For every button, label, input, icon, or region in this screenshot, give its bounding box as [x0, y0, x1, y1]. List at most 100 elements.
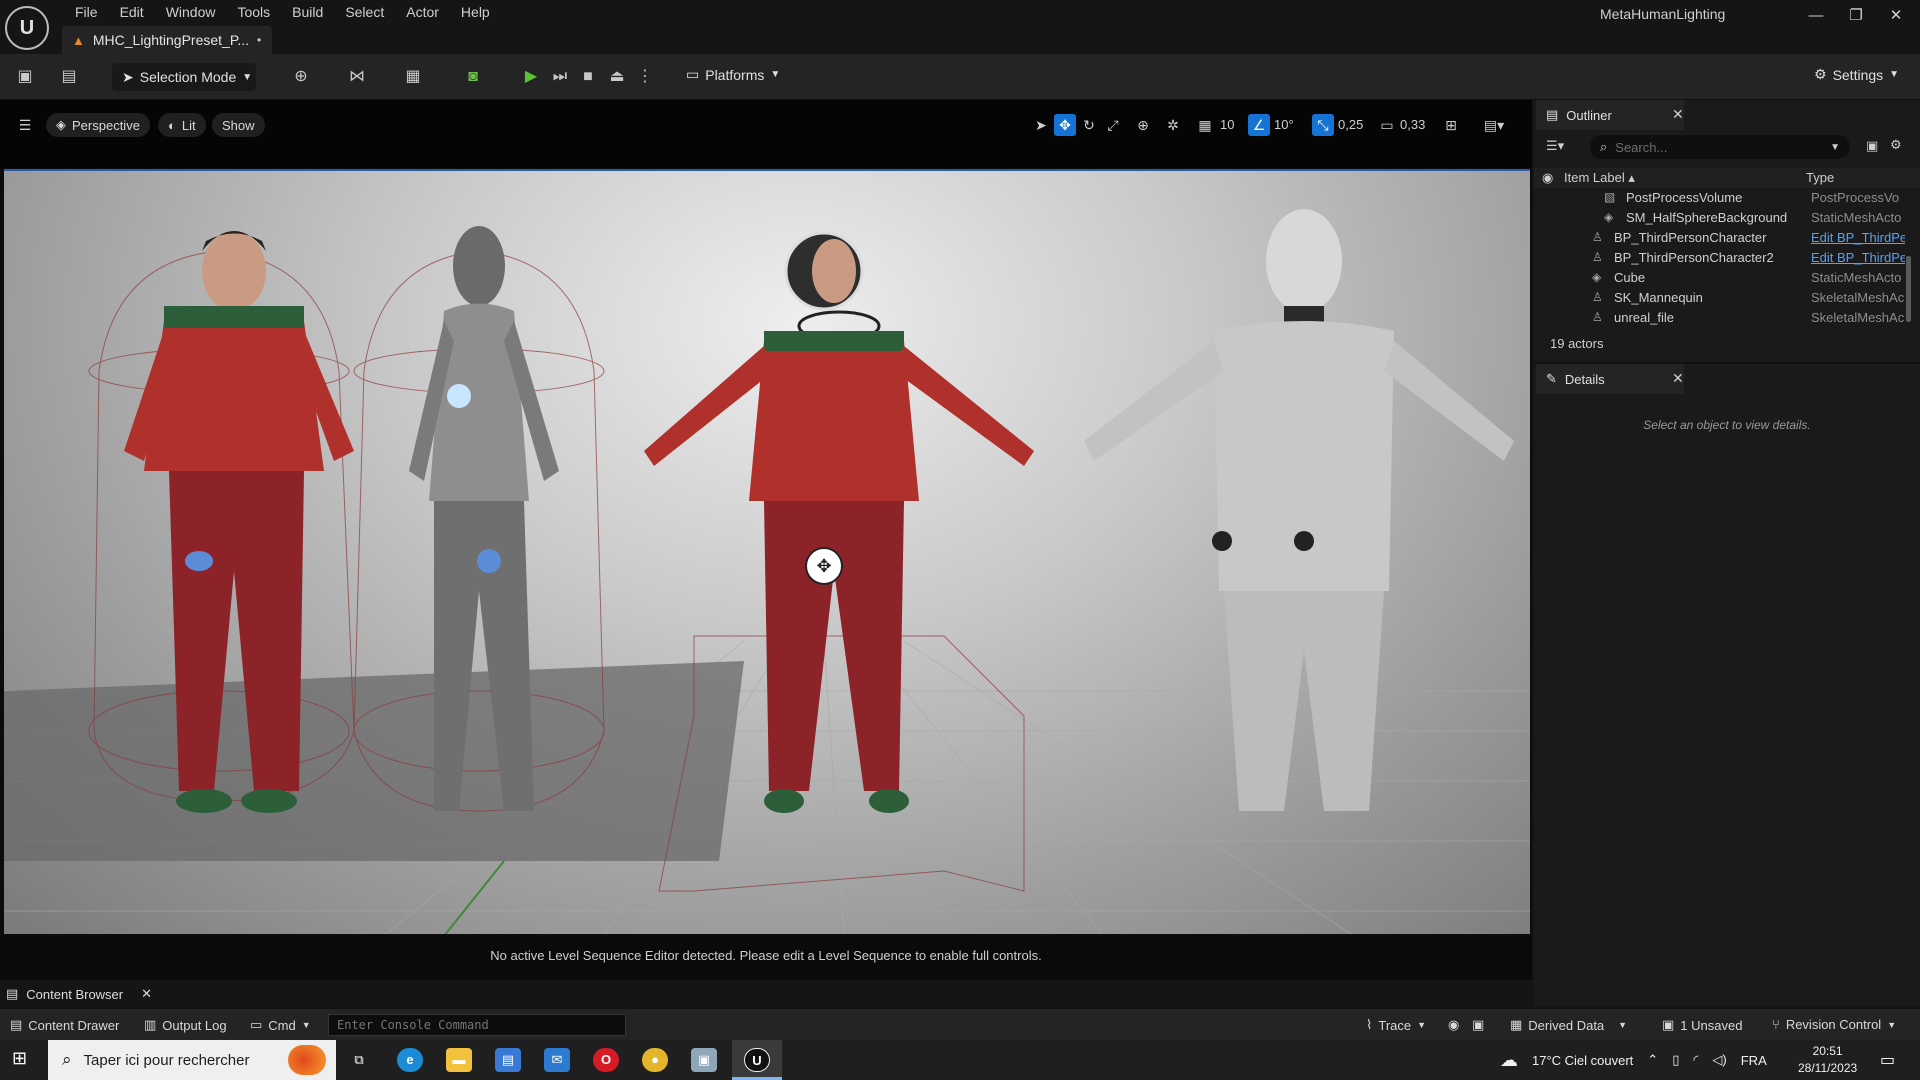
blueprints-icon[interactable]: ⋈: [346, 66, 368, 88]
column-item-label[interactable]: Item Label ▴: [1564, 170, 1635, 186]
select-arrow-icon[interactable]: ➤: [1030, 114, 1052, 136]
close-icon[interactable]: ✕: [141, 986, 152, 1002]
menu-build[interactable]: Build: [281, 4, 334, 20]
menu-edit[interactable]: Edit: [109, 4, 155, 20]
camera-speed-value[interactable]: 0,33: [1400, 117, 1425, 132]
content-drawer-button[interactable]: ▤ Content Drawer: [10, 1017, 119, 1033]
windows-start-icon[interactable]: ⊞: [12, 1048, 27, 1069]
3d-scene[interactable]: ✥: [4, 169, 1530, 934]
notifications-icon[interactable]: ▭: [1880, 1050, 1895, 1070]
screenshot-icon[interactable]: ▣: [1472, 1017, 1484, 1033]
world-local-icon[interactable]: ⊕: [1132, 114, 1154, 136]
more-options-icon[interactable]: ⋮: [634, 66, 656, 88]
scale-icon[interactable]: ⤢: [1102, 114, 1124, 136]
add-folder-icon[interactable]: ▣: [1866, 138, 1878, 154]
outliner-row[interactable]: ♙ SK_Mannequin SkeletalMeshAc: [1534, 288, 1920, 308]
unsaved-button[interactable]: ▣ 1 Unsaved: [1662, 1017, 1742, 1033]
weather-icon[interactable]: ☁: [1500, 1050, 1518, 1071]
outliner-row[interactable]: ▧ PostProcessVolume PostProcessVo: [1534, 188, 1920, 208]
edit-blueprint-link[interactable]: Edit BP_ThirdPe: [1811, 250, 1905, 265]
outliner-settings-gear-icon[interactable]: ⚙: [1890, 137, 1902, 153]
outliner-row[interactable]: ♙ BP_ThirdPersonCharacter2 Edit BP_Third…: [1534, 248, 1920, 268]
settings-dropdown[interactable]: ⚙ Settings ▼: [1814, 66, 1899, 83]
lit-button[interactable]: ◐ Lit: [158, 113, 206, 137]
close-details-icon[interactable]: ✕: [1672, 370, 1684, 387]
selection-mode-dropdown[interactable]: ➤ Selection Mode ▼: [112, 63, 256, 91]
edit-blueprint-link[interactable]: Edit BP_ThirdPe: [1811, 230, 1905, 245]
unreal-taskbar-button[interactable]: U: [732, 1040, 782, 1080]
outliner-scrollbar[interactable]: [1906, 256, 1911, 322]
add-actor-icon[interactable]: ⊕: [290, 66, 312, 88]
app-icon[interactable]: ▣: [691, 1048, 717, 1072]
outliner-row[interactable]: ◈ SM_HalfSphereBackground StaticMeshActo: [1534, 208, 1920, 228]
chrome-icon[interactable]: ●: [642, 1048, 668, 1072]
rotation-snap-icon[interactable]: ∠: [1248, 114, 1270, 136]
outliner-search-input[interactable]: ⌕ Search... ▼: [1590, 135, 1850, 159]
perspective-button[interactable]: ◈ Perspective: [46, 113, 150, 137]
battery-icon[interactable]: ▯: [1672, 1052, 1679, 1068]
document-tab[interactable]: ▲ MHC_LightingPreset_P... •: [62, 26, 272, 54]
outliner-row[interactable]: ♙ unreal_file SkeletalMeshAc: [1534, 308, 1920, 328]
console-command-input[interactable]: [328, 1014, 626, 1036]
unreal-logo-icon[interactable]: U: [5, 6, 49, 50]
menu-select[interactable]: Select: [334, 4, 395, 20]
camera-speed-icon[interactable]: ▭: [1376, 114, 1398, 136]
record-icon[interactable]: ◉: [1448, 1017, 1459, 1033]
visibility-eye-icon[interactable]: ◉: [1542, 170, 1553, 186]
taskbar-clock[interactable]: 20:51 28/11/2023: [1798, 1043, 1857, 1077]
rotate-icon[interactable]: ↻: [1078, 114, 1100, 136]
mail-icon[interactable]: ✉: [544, 1048, 570, 1072]
scale-snap-icon[interactable]: ⤡: [1312, 114, 1334, 136]
close-outliner-icon[interactable]: ✕: [1672, 106, 1684, 123]
viewport-layout-icon[interactable]: ▤▾: [1476, 114, 1512, 136]
derived-data-dropdown[interactable]: ▦ Derived Data ▼: [1510, 1017, 1627, 1033]
opera-icon[interactable]: O: [593, 1048, 619, 1072]
layout-icon[interactable]: ⊞: [1440, 114, 1462, 136]
revision-control-dropdown[interactable]: ⑂ Revision Control ▼: [1772, 1017, 1896, 1032]
play-icon[interactable]: ▶: [520, 66, 542, 88]
edge-browser-icon[interactable]: e: [397, 1048, 423, 1072]
speaker-icon[interactable]: ◁): [1712, 1052, 1726, 1068]
menu-window[interactable]: Window: [155, 4, 227, 20]
trace-dropdown[interactable]: ⌇ Trace ▼: [1366, 1017, 1426, 1033]
outliner-row[interactable]: ♙ BP_ThirdPersonCharacter Edit BP_ThirdP…: [1534, 228, 1920, 248]
language-indicator[interactable]: FRA: [1741, 1053, 1767, 1068]
browse-icon[interactable]: ▤: [58, 66, 80, 88]
cmd-dropdown[interactable]: ▭ Cmd ▼: [250, 1017, 311, 1033]
output-log-button[interactable]: ▥ Output Log: [144, 1017, 227, 1033]
details-tab[interactable]: ✎ Details: [1536, 364, 1684, 394]
translate-icon[interactable]: ✥: [1054, 114, 1076, 136]
scale-snap-value[interactable]: 0,25: [1338, 117, 1363, 132]
filter-icon[interactable]: ☰▾: [1546, 138, 1564, 154]
menu-help[interactable]: Help: [450, 4, 501, 20]
cinematics-icon[interactable]: ▦: [402, 66, 424, 88]
restore-button[interactable]: ❐: [1836, 4, 1876, 28]
close-window-button[interactable]: ✕: [1876, 4, 1916, 28]
surface-snap-icon[interactable]: ✲: [1162, 114, 1184, 136]
wifi-icon[interactable]: ◜: [1693, 1052, 1698, 1068]
task-view-icon[interactable]: ⧉: [346, 1048, 372, 1072]
outliner-row[interactable]: ◈ Cube StaticMeshActo: [1534, 268, 1920, 288]
menu-tools[interactable]: Tools: [226, 4, 281, 20]
outliner-tab[interactable]: ▤ Outliner: [1536, 100, 1684, 130]
weather-text[interactable]: 17°C Ciel couvert: [1532, 1053, 1633, 1068]
menu-actor[interactable]: Actor: [395, 4, 450, 20]
show-button[interactable]: Show: [212, 113, 265, 137]
store-icon[interactable]: ▤: [495, 1048, 521, 1072]
platforms-dropdown[interactable]: ▭ Platforms ▼: [686, 66, 780, 83]
grid-size-value[interactable]: 10: [1220, 117, 1234, 132]
taskbar-search-input[interactable]: ⌕ Taper ici pour rechercher: [48, 1040, 336, 1080]
hamburger-menu-icon[interactable]: ☰: [14, 114, 36, 136]
column-type[interactable]: Type: [1806, 170, 1834, 185]
menu-file[interactable]: File: [64, 4, 109, 20]
content-browser-tab[interactable]: ▤ Content Browser ✕: [6, 986, 152, 1002]
graph-icon[interactable]: ◙: [462, 66, 484, 88]
chevron-up-icon[interactable]: ⌃: [1647, 1052, 1658, 1068]
grid-snap-icon[interactable]: ▦: [1194, 114, 1216, 136]
rotation-snap-value[interactable]: 10°: [1274, 117, 1294, 132]
stop-icon[interactable]: ■: [577, 66, 599, 88]
save-icon[interactable]: ▣: [14, 66, 36, 88]
step-icon[interactable]: ⏭: [549, 66, 571, 88]
eject-icon[interactable]: ⏏: [606, 66, 628, 88]
file-explorer-icon[interactable]: ▬: [446, 1048, 472, 1072]
